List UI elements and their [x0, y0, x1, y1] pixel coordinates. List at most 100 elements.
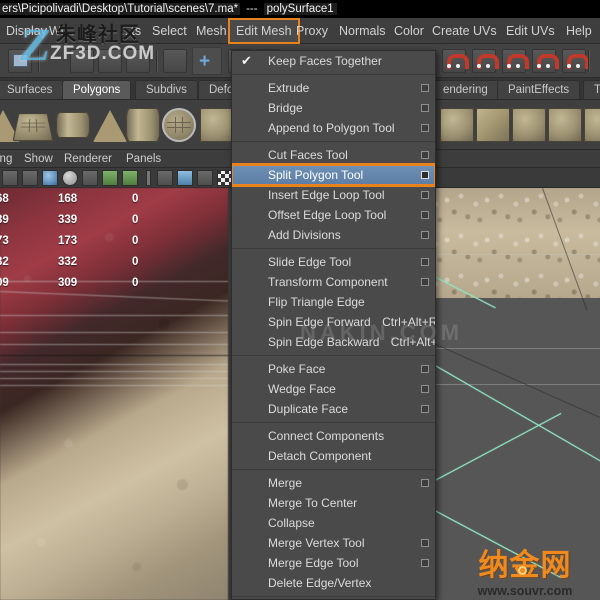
menu-slide-edge-tool[interactable]: Slide Edge Tool: [232, 252, 435, 272]
menu-spin-edge-backward[interactable]: Spin Edge Backward Ctrl+Alt+Left: [232, 332, 435, 352]
menu-bridge[interactable]: Bridge: [232, 98, 435, 118]
option-box-icon[interactable]: [421, 211, 429, 219]
menu-offset-edge-loop-tool[interactable]: Offset Edge Loop Tool: [232, 205, 435, 225]
table-row: 32 332 0: [0, 253, 228, 271]
menu-duplicate-face[interactable]: Duplicate Face: [232, 399, 435, 419]
tab-toon[interactable]: To: [583, 80, 600, 100]
smooth-shade-icon[interactable]: [42, 170, 58, 186]
menu-item-normals[interactable]: Normals: [333, 18, 392, 44]
wireframe-on-shaded-icon[interactable]: [82, 170, 98, 186]
xray-joints-icon[interactable]: [177, 170, 193, 186]
option-box-icon[interactable]: [421, 191, 429, 199]
poly-torus-icon[interactable]: [56, 112, 90, 138]
panel-menu-show[interactable]: Show: [24, 150, 53, 168]
menu-keep-faces-together[interactable]: ✔ Keep Faces Together: [232, 51, 435, 71]
poly-cone-icon[interactable]: [93, 110, 127, 142]
window-title-bar: ers\Picipolivadi\Desktop\Tutorial\scenes…: [0, 0, 600, 18]
option-box-icon[interactable]: [421, 479, 429, 487]
menu-poke-face[interactable]: Poke Face: [232, 359, 435, 379]
menu-item-help[interactable]: Help: [560, 18, 598, 44]
menu-wedge-face[interactable]: Wedge Face: [232, 379, 435, 399]
option-box-icon[interactable]: [421, 124, 429, 132]
tab-polygons[interactable]: Polygons: [62, 80, 131, 100]
panel-menu-shading[interactable]: ing: [0, 150, 12, 168]
menu-item-select[interactable]: Select: [146, 18, 193, 44]
menu-add-divisions[interactable]: Add Divisions: [232, 225, 435, 245]
menu-item-windows[interactable]: Wi...: [43, 18, 80, 44]
menu-split-polygon-tool[interactable]: Split Polygon Tool: [232, 165, 435, 185]
component-mask-expand-icon[interactable]: [163, 49, 187, 73]
menu-merge-edge-tool[interactable]: Merge Edge Tool: [232, 553, 435, 573]
menu-collapse[interactable]: Collapse: [232, 513, 435, 533]
option-box-icon[interactable]: [421, 539, 429, 547]
option-box-icon[interactable]: [421, 171, 429, 179]
shadows-icon[interactable]: [197, 170, 213, 186]
menu-item-assets[interactable]: ...ts: [115, 18, 147, 44]
menu-append-to-polygon-tool[interactable]: Append to Polygon Tool: [232, 118, 435, 138]
option-box-icon[interactable]: [421, 258, 429, 266]
poly-mirror-icon[interactable]: [512, 108, 546, 142]
tab-painteffects[interactable]: PaintEffects: [497, 80, 580, 100]
playblast-icon[interactable]: [22, 170, 38, 186]
menu-spin-edge-forward[interactable]: Spin Edge Forward Ctrl+Alt+Right: [232, 312, 435, 332]
menu-transform-component[interactable]: Transform Component: [232, 272, 435, 292]
select-camera-icon[interactable]: [2, 170, 18, 186]
option-box-icon[interactable]: [421, 278, 429, 286]
snap-to-view-planes-icon[interactable]: [562, 49, 586, 73]
menu-item-label: Merge To Center: [268, 496, 357, 510]
select-by-hierarchy-icon[interactable]: [70, 49, 94, 73]
menu-cut-faces-tool[interactable]: Cut Faces Tool: [232, 145, 435, 165]
menu-item-mesh[interactable]: Mesh: [190, 18, 233, 44]
edit-mesh-dropdown-menu[interactable]: ✔ Keep Faces Together Extrude Bridge App…: [231, 50, 436, 600]
menu-delete-edge-vertex[interactable]: Delete Edge/Vertex: [232, 573, 435, 593]
texture-display-icon[interactable]: [102, 170, 118, 186]
menu-item-edit-mesh[interactable]: Edit Mesh: [228, 18, 300, 44]
snap-to-points-icon[interactable]: [502, 49, 526, 73]
tab-rendering[interactable]: endering: [432, 80, 499, 100]
window-title-object: polySurface1: [264, 3, 337, 15]
menu-insert-edge-loop-tool[interactable]: Insert Edge Loop Tool: [232, 185, 435, 205]
option-box-icon[interactable]: [421, 385, 429, 393]
poly-combine-icon[interactable]: [200, 108, 234, 142]
tab-surfaces[interactable]: Surfaces: [0, 80, 63, 100]
option-box-icon[interactable]: [421, 405, 429, 413]
panel-menu-panels[interactable]: Panels: [126, 150, 161, 168]
menu-extrude[interactable]: Extrude: [232, 78, 435, 98]
snap-to-grids-icon[interactable]: [442, 49, 466, 73]
menu-connect-components[interactable]: Connect Components: [232, 426, 435, 446]
option-box-icon[interactable]: [421, 104, 429, 112]
plus-icon[interactable]: +: [199, 52, 210, 72]
isolate-select-icon[interactable]: [157, 170, 173, 186]
option-box-icon[interactable]: [421, 559, 429, 567]
option-box-icon[interactable]: [421, 231, 429, 239]
poly-smooth-icon[interactable]: [548, 108, 582, 142]
select-by-object-type-icon[interactable]: [98, 49, 122, 73]
option-box-icon[interactable]: [421, 84, 429, 92]
menu-item-edit-uvs[interactable]: Edit UVs: [500, 18, 561, 44]
menu-item-color[interactable]: Color: [388, 18, 430, 44]
poly-triangulate-icon[interactable]: [584, 108, 600, 142]
poly-sphere-wire-icon[interactable]: [162, 108, 196, 142]
tab-subdivs[interactable]: Subdivs: [135, 80, 198, 100]
option-box-icon[interactable]: [421, 365, 429, 373]
coord-cell-z: 0: [132, 190, 138, 208]
panel-menu-renderer[interactable]: Renderer: [64, 150, 112, 168]
menu-merge[interactable]: Merge: [232, 473, 435, 493]
select-by-component-type-icon[interactable]: [126, 49, 150, 73]
poly-cylinder-icon[interactable]: [126, 108, 160, 142]
flat-shade-icon[interactable]: [62, 170, 78, 186]
snap-to-planes-icon[interactable]: [532, 49, 556, 73]
option-box-icon[interactable]: [421, 151, 429, 159]
menu-detach-component[interactable]: Detach Component: [232, 446, 435, 466]
menu-flip-triangle-edge[interactable]: Flip Triangle Edge: [232, 292, 435, 312]
menu-merge-to-center[interactable]: Merge To Center: [232, 493, 435, 513]
poly-plane-icon[interactable]: [12, 114, 53, 142]
save-scene-icon[interactable]: [8, 49, 32, 73]
menu-item-proxy[interactable]: Proxy: [290, 18, 334, 44]
poly-separate-icon[interactable]: [440, 108, 474, 142]
menu-item-create-uvs[interactable]: Create UVs: [426, 18, 503, 44]
menu-merge-vertex-tool[interactable]: Merge Vertex Tool: [232, 533, 435, 553]
poly-cube-boolean-icon[interactable]: [476, 108, 510, 142]
xray-text-icon[interactable]: [122, 170, 138, 186]
snap-to-curves-icon[interactable]: [472, 49, 496, 73]
